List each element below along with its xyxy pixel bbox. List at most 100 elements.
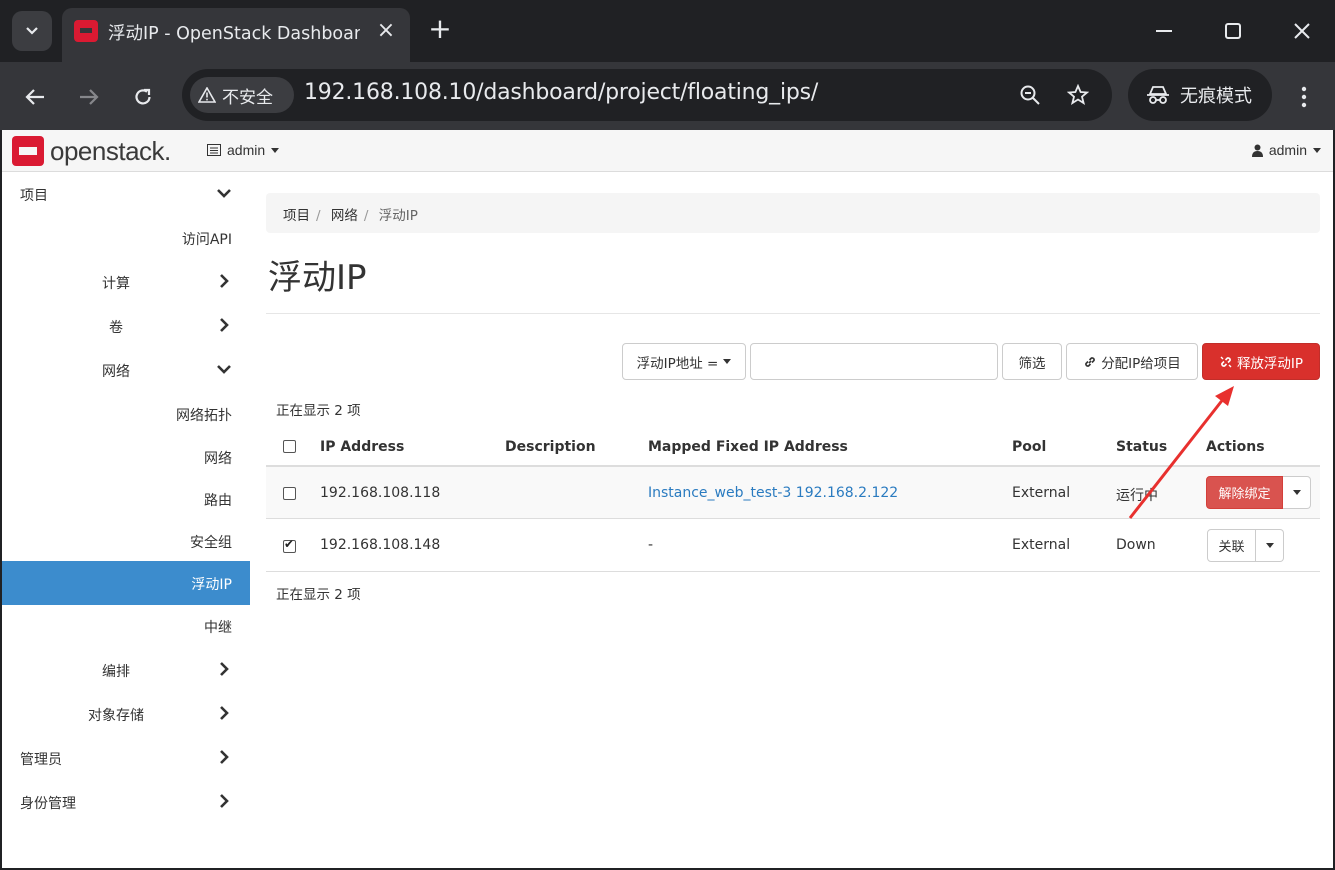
sidebar-item-admin[interactable]: 管理员 [2, 736, 250, 780]
sidebar-item-routers[interactable]: 路由 [2, 477, 250, 521]
forward-arrow-icon[interactable] [71, 79, 107, 115]
browser-menu-icon[interactable] [1290, 79, 1318, 115]
sidebar-item-network[interactable]: 网络 [2, 348, 250, 392]
select-all-checkbox[interactable] [283, 440, 296, 453]
breadcrumb-current: 浮动IP [378, 208, 418, 224]
column-header-pool[interactable]: Pool [1012, 439, 1046, 455]
new-tab-plus-icon[interactable]: + [426, 15, 454, 44]
caret-down-icon [723, 359, 732, 364]
bookmark-star-icon[interactable] [1064, 81, 1092, 109]
sidebar-item-api-access[interactable]: 访问API [2, 216, 250, 260]
column-header-actions: Actions [1206, 439, 1265, 455]
sidebar-item-label: 浮动IP [191, 577, 232, 593]
pool-cell: External [1012, 485, 1071, 501]
sidebar-item-label: 网络 [204, 451, 232, 467]
disassociate-button[interactable]: 解除绑定 [1206, 476, 1283, 509]
column-header-status[interactable]: Status [1116, 439, 1167, 455]
sidebar-item-label: 对象存储 [88, 708, 144, 724]
tab-close-icon[interactable]: × [372, 18, 400, 46]
caret-down-icon [1313, 147, 1321, 153]
openstack-logo[interactable]: openstack. [12, 135, 171, 167]
tab-search-chevron-icon[interactable] [12, 11, 52, 51]
sidebar-item-project[interactable]: 项目 [2, 172, 250, 216]
sidebar-item-network-topology[interactable]: 网络拓扑 [2, 392, 250, 436]
sidebar: 项目 访问API 计算 卷 网络 网络拓扑 网络 路由 安全组 浮动IP 中继 … [2, 172, 250, 868]
sidebar-item-compute[interactable]: 计算 [2, 260, 250, 304]
row-checkbox[interactable] [283, 537, 296, 553]
project-selector[interactable]: admin [207, 142, 280, 158]
filter-input[interactable] [750, 343, 998, 380]
chevron-right-icon [220, 794, 229, 808]
row-actions: 解除绑定 [1206, 476, 1311, 509]
project-selector-label: admin [227, 142, 266, 158]
filter-field-dropdown[interactable]: 浮动IP地址 = [622, 343, 746, 380]
sidebar-item-label: 安全组 [190, 535, 232, 551]
ip-address-cell: 192.168.108.118 [320, 485, 441, 501]
breadcrumb-item[interactable]: 网络 [331, 208, 358, 224]
chevron-down-icon [217, 189, 231, 198]
sidebar-item-trunks[interactable]: 中继 [2, 604, 250, 648]
filter-button[interactable]: 筛选 [1002, 343, 1062, 380]
caret-down-icon [1292, 490, 1301, 495]
maximize-icon[interactable] [1213, 14, 1253, 48]
mapped-fixed-ip-cell: - [648, 537, 654, 553]
pool-cell: External [1012, 537, 1071, 553]
release-floating-ip-button[interactable]: 释放浮动IP [1202, 343, 1320, 380]
browser-tab[interactable]: 浮动IP - OpenStack Dashboard × [62, 8, 410, 62]
incognito-label: 无痕模式 [1180, 86, 1252, 107]
back-arrow-icon[interactable] [17, 79, 53, 115]
logo-text: openstack. [50, 135, 171, 166]
user-menu[interactable]: admin [1251, 142, 1321, 158]
chevron-right-icon [220, 318, 229, 332]
mapped-fixed-ip-link[interactable]: Instance_web_test-3 192.168.2.122 [648, 485, 898, 501]
column-header-ip[interactable]: IP Address [320, 439, 404, 455]
reload-icon[interactable] [125, 79, 161, 115]
chevron-right-icon [220, 274, 229, 288]
sidebar-item-label: 访问API [181, 232, 232, 248]
breadcrumb-item[interactable]: 项目 [283, 208, 310, 224]
allocate-ip-button[interactable]: 分配IP给项目 [1066, 343, 1198, 380]
sidebar-item-networks[interactable]: 网络 [2, 435, 250, 479]
actions-dropdown-toggle[interactable] [1256, 529, 1284, 562]
sidebar-item-label: 管理员 [20, 752, 62, 768]
minimize-icon[interactable] [1144, 14, 1184, 48]
incognito-icon [1147, 86, 1169, 104]
sidebar-item-label: 网络拓扑 [176, 408, 232, 424]
breadcrumb: 项目 / 网络 / 浮动IP [266, 193, 1320, 233]
openstack-favicon-icon [74, 20, 98, 42]
security-indicator[interactable]: 不安全 [190, 77, 294, 113]
sidebar-item-floating-ips[interactable]: 浮动IP [2, 561, 250, 605]
sidebar-item-orchestration[interactable]: 编排 [2, 648, 250, 692]
table-row: 192.168.108.148 - External Down 关联 [266, 520, 1320, 572]
browser-toolbar: 不安全 192.168.108.10/dashboard/project/flo… [0, 62, 1335, 130]
sidebar-item-identity[interactable]: 身份管理 [2, 780, 250, 824]
top-navbar: openstack. admin admin [2, 130, 1333, 172]
row-checkbox[interactable] [283, 487, 296, 500]
sidebar-item-object-store[interactable]: 对象存储 [2, 692, 250, 736]
chevron-down-icon [217, 365, 231, 374]
status-cell: Down [1116, 537, 1156, 553]
url-text[interactable]: 192.168.108.10/dashboard/project/floatin… [304, 80, 818, 105]
row-actions: 关联 [1207, 529, 1284, 562]
openstack-logo-icon [12, 136, 44, 166]
divider [266, 313, 1320, 314]
warning-triangle-icon [198, 87, 216, 103]
ip-address-cell: 192.168.108.148 [320, 537, 441, 553]
sidebar-item-label: 中继 [204, 620, 232, 636]
incognito-indicator[interactable]: 无痕模式 [1128, 69, 1272, 121]
link-icon [1085, 356, 1096, 367]
release-floating-ip-label: 释放浮动IP [1236, 355, 1304, 372]
tab-title: 浮动IP - OpenStack Dashboard [108, 24, 360, 44]
sidebar-item-label: 编排 [102, 664, 130, 680]
actions-dropdown-toggle[interactable] [1283, 476, 1311, 509]
sidebar-item-security-groups[interactable]: 安全组 [2, 519, 250, 563]
table-row: 192.168.108.118 Instance_web_test-3 192.… [266, 467, 1320, 519]
zoom-icon[interactable] [1016, 81, 1044, 109]
window-close-icon[interactable] [1282, 14, 1322, 48]
filter-button-label: 筛选 [1018, 355, 1046, 372]
column-header-mapped-fixed-ip[interactable]: Mapped Fixed IP Address [648, 439, 848, 455]
associate-button[interactable]: 关联 [1207, 529, 1256, 562]
column-header-description[interactable]: Description [505, 439, 596, 455]
sidebar-item-volumes[interactable]: 卷 [2, 304, 250, 348]
address-bar[interactable]: 不安全 192.168.108.10/dashboard/project/flo… [182, 69, 1112, 121]
